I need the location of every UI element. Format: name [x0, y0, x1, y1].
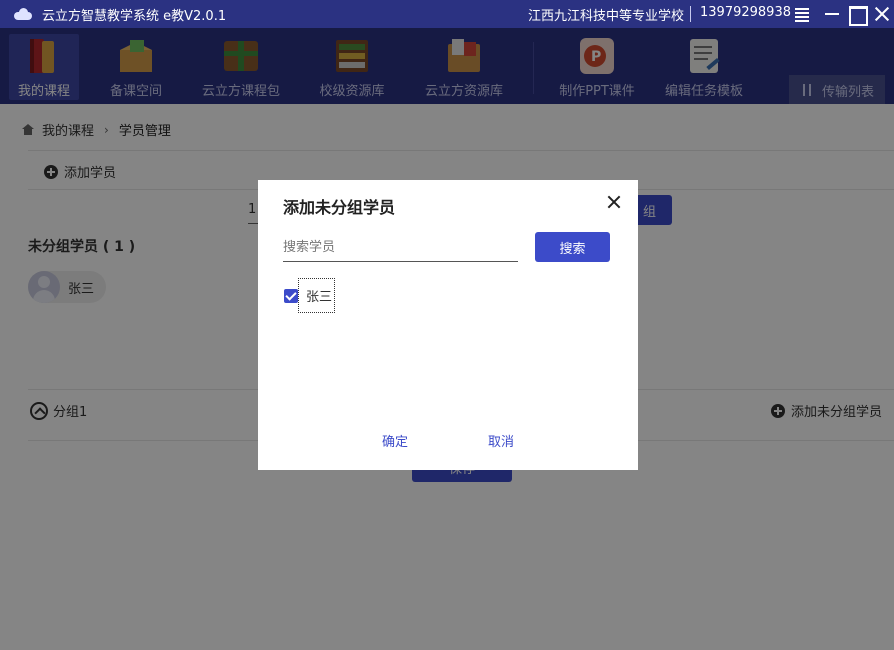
checkbox-checked-icon[interactable]: [284, 288, 298, 303]
search-button[interactable]: 搜索: [535, 232, 610, 262]
confirm-button[interactable]: 确定: [382, 431, 408, 450]
cancel-button[interactable]: 取消: [488, 431, 514, 450]
search-input[interactable]: [283, 234, 518, 262]
minimize-icon[interactable]: [822, 4, 842, 24]
menu-icon[interactable]: [792, 4, 812, 24]
close-icon[interactable]: [607, 195, 621, 209]
dialog-title: 添加未分组学员: [283, 198, 396, 217]
close-window-icon[interactable]: [872, 4, 892, 24]
title-divider: [690, 6, 691, 22]
title-bar: 云立方智慧教学系统 e教V2.0.1 江西九江科技中等专业学校 13979298…: [0, 0, 894, 28]
student-checkbox-item[interactable]: 张三: [284, 278, 336, 313]
app-title: 云立方智慧教学系统 e教V2.0.1: [42, 8, 227, 24]
student-option-label: 张三: [298, 278, 336, 313]
add-ungrouped-student-dialog: 添加未分组学员 搜索 张三 确定 取消: [258, 180, 638, 470]
maximize-icon[interactable]: [847, 4, 868, 26]
school-name: 江西九江科技中等专业学校: [528, 9, 685, 24]
cloud-logo-icon: [14, 8, 32, 20]
user-phone: 13979298938: [700, 5, 791, 20]
